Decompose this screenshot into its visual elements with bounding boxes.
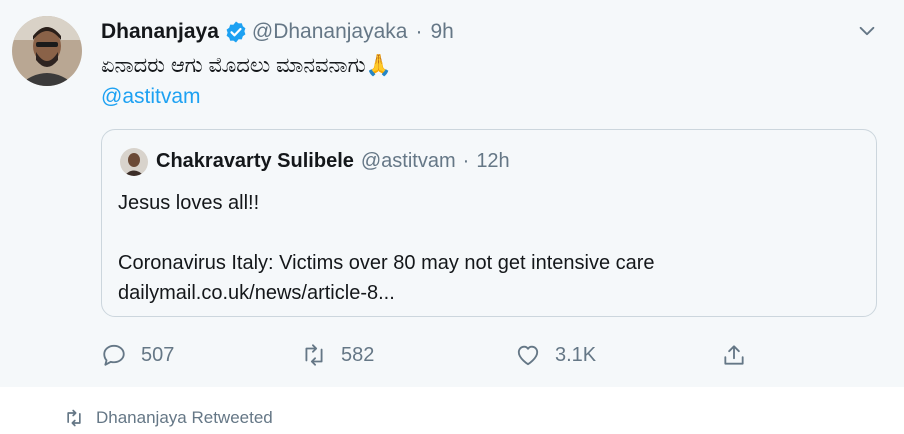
header-separator: · [415, 20, 423, 43]
reply-icon [103, 344, 125, 366]
verified-icon [226, 21, 246, 43]
quoted-tweet-text: Jesus loves all!! Coronavirus Italy: Vic… [118, 188, 655, 308]
mention-link[interactable]: @astitvam [101, 85, 201, 109]
tweet-menu-button[interactable] [856, 20, 878, 42]
author-handle[interactable]: @Dhananjayaka [252, 20, 408, 44]
quoted-header-separator: · [462, 150, 470, 172]
quoted-link-text[interactable]: dailymail.co.uk/news/article-8... [118, 278, 655, 308]
quoted-author-handle[interactable]: @astitvam [361, 150, 456, 173]
quoted-text-line [118, 218, 655, 248]
tweet-card[interactable]: Dhananjaya @Dhananjayaka · 9h ಏನಾದರು ಆಗು… [0, 0, 904, 387]
heart-icon [517, 345, 539, 366]
like-button[interactable]: 3.1K [515, 338, 596, 372]
share-icon [724, 345, 744, 365]
quoted-author-name[interactable]: Chakravarty Sulibele [156, 150, 354, 173]
share-button[interactable] [721, 338, 761, 372]
retweeted-banner: Dhananjaya Retweeted [64, 405, 273, 431]
tweet-header: Dhananjaya @Dhananjayaka · 9h [101, 18, 454, 46]
author-name[interactable]: Dhananjaya [101, 20, 219, 44]
reply-count: 507 [141, 343, 175, 366]
quoted-author-avatar[interactable] [120, 148, 148, 176]
retweet-count: 582 [341, 343, 375, 366]
retweet-icon [67, 409, 81, 427]
author-avatar[interactable] [12, 16, 82, 86]
tweet-timestamp[interactable]: 9h [430, 20, 453, 44]
retweet-button[interactable]: 582 [301, 338, 374, 372]
quoted-avatar-image [120, 148, 148, 176]
avatar-image [12, 16, 82, 86]
quoted-tweet-header: Chakravarty Sulibele @astitvam · 12h [156, 150, 510, 173]
like-count: 3.1K [555, 343, 597, 366]
retweet-icon [305, 344, 323, 366]
chevron-down-icon [859, 26, 875, 36]
tweet-actions: 507 582 3.1K [101, 338, 801, 372]
quoted-tweet[interactable]: Chakravarty Sulibele @astitvam · 12h Jes… [101, 129, 877, 317]
tweet-text: ಏನಾದರು ಆಗು ಮೊದಲು ಮಾನವನಾಗು🙏 [101, 54, 392, 77]
reply-button[interactable]: 507 [101, 338, 174, 372]
retweeted-text[interactable]: Dhananjaya Retweeted [96, 408, 273, 428]
quoted-tweet-timestamp[interactable]: 12h [476, 150, 509, 173]
quoted-text-line: Jesus loves all!! [118, 192, 260, 214]
quoted-text-line: Coronavirus Italy: Victims over 80 may n… [118, 252, 655, 274]
